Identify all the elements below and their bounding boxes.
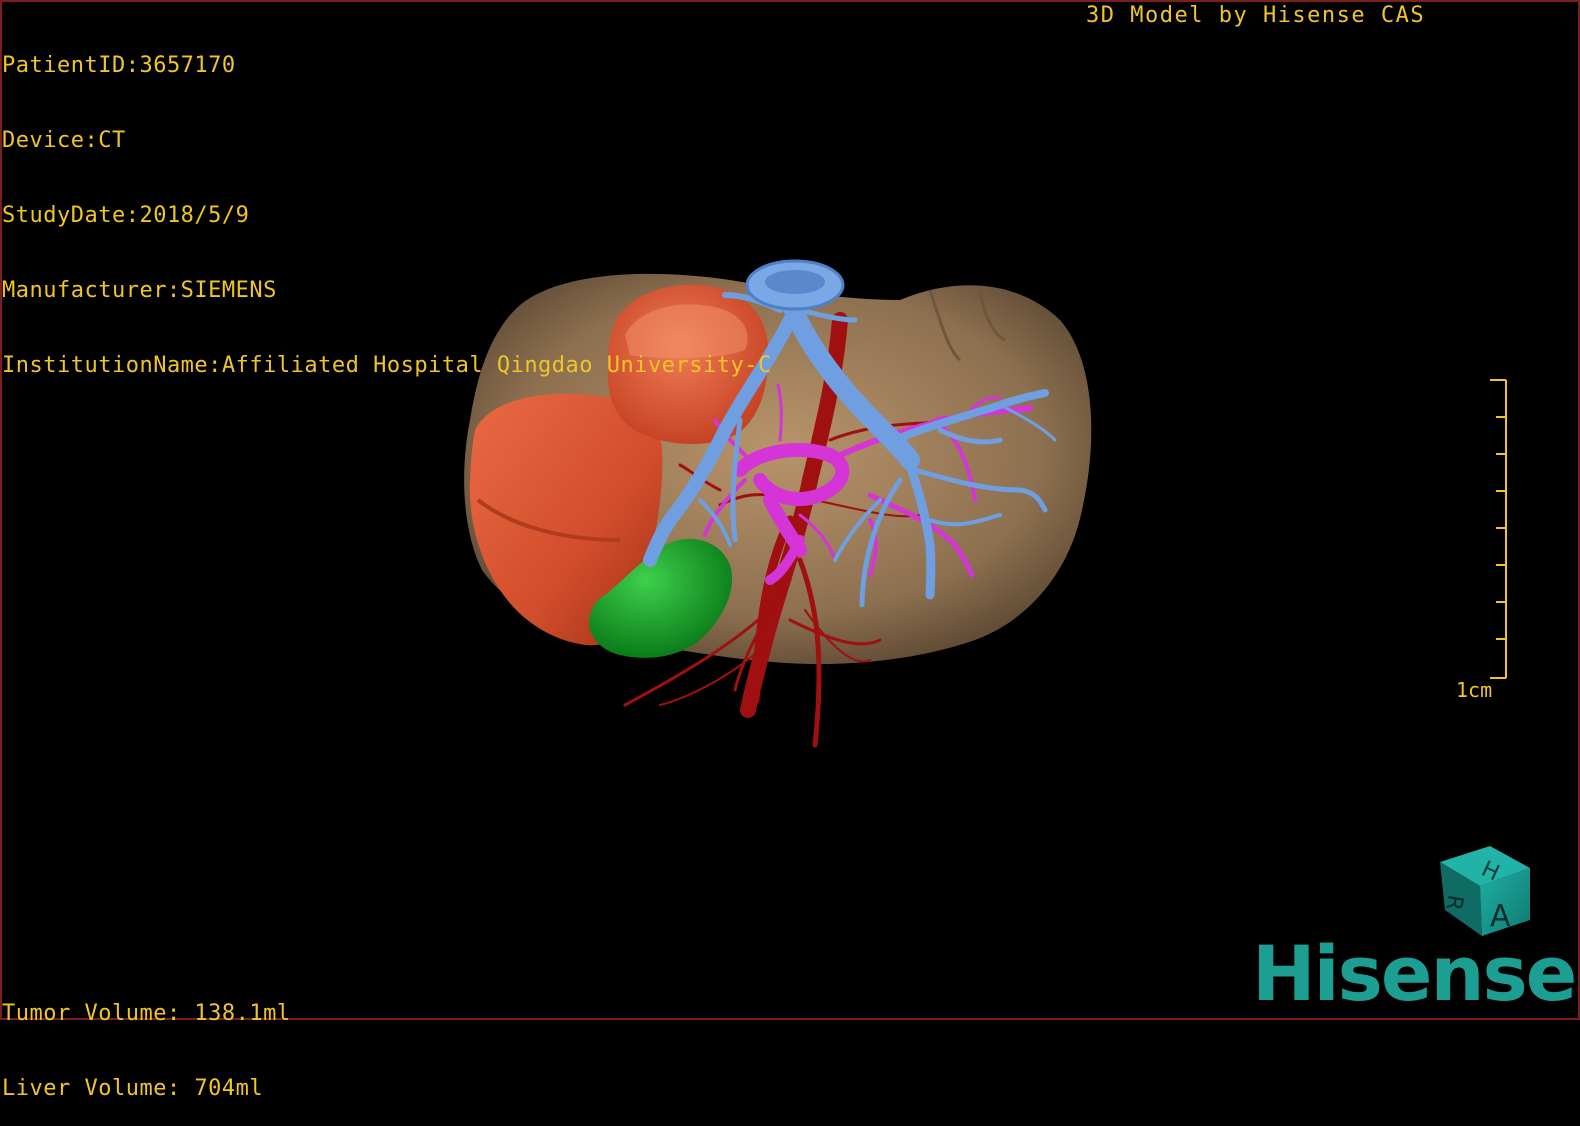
tumor-volume: Tumor Volume: 138.1ml bbox=[2, 1001, 291, 1026]
patient-info-overlay: PatientID:3657170 Device:CT StudyDate:20… bbox=[2, 3, 772, 403]
model-watermark: 3D Model by Hisense CAS bbox=[1086, 3, 1426, 28]
cube-left-label: R bbox=[1440, 893, 1467, 912]
study-date: StudyDate:2018/5/9 bbox=[2, 203, 250, 228]
orientation-cube[interactable] bbox=[1440, 846, 1530, 936]
patient-id: PatientID:3657170 bbox=[2, 53, 236, 78]
manufacturer: Manufacturer:SIEMENS bbox=[2, 278, 277, 303]
ivc-ring-inner bbox=[765, 270, 825, 294]
device: Device:CT bbox=[2, 128, 126, 153]
scale-bar-label: 1cm bbox=[1456, 678, 1493, 702]
institution-name: InstitutionName:Affiliated Hospital Qing… bbox=[2, 353, 772, 378]
scale-bar bbox=[1490, 379, 1507, 679]
liver-volume: Liver Volume: 704ml bbox=[2, 1076, 264, 1101]
volume-overlay: Tumor Volume: 138.1ml Liver Volume: 704m… bbox=[2, 951, 291, 1126]
hisense-logo: Hisense bbox=[1252, 929, 1577, 1018]
